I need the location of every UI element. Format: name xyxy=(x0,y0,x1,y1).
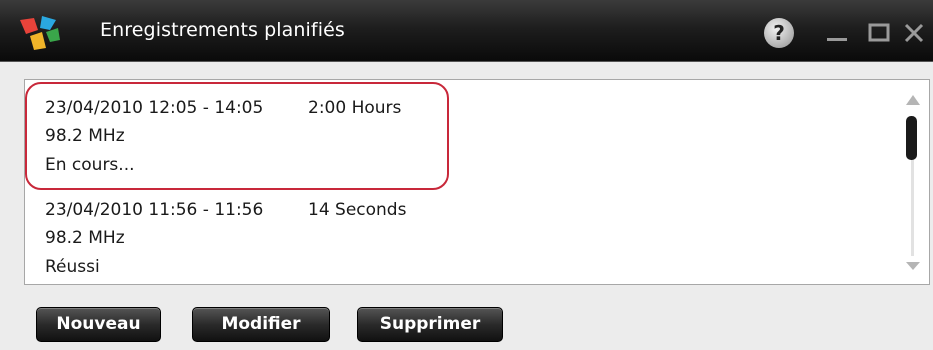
recordings-list[interactable]: 23/04/2010 12:05 - 14:05 2:00 Hours 98.2… xyxy=(24,79,930,285)
help-button[interactable]: ? xyxy=(764,18,794,48)
app-logo-icon xyxy=(20,16,60,50)
scroll-thumb[interactable] xyxy=(906,116,917,160)
recording-frequency: 98.2 MHz xyxy=(45,228,125,248)
new-button[interactable]: Nouveau xyxy=(36,307,161,342)
delete-button[interactable]: Supprimer xyxy=(357,307,503,342)
maximize-icon[interactable] xyxy=(866,20,892,46)
selection-highlight xyxy=(25,82,449,190)
recording-status: Réussi xyxy=(45,257,100,277)
title-bar: Enregistrements planifiés ? xyxy=(0,0,933,62)
vertical-scrollbar[interactable] xyxy=(897,80,929,284)
edit-button[interactable]: Modifier xyxy=(192,307,330,342)
window-title: Enregistrements planifiés xyxy=(100,19,345,41)
recording-duration: 14 Seconds xyxy=(308,200,407,220)
close-icon[interactable] xyxy=(901,20,927,46)
minimize-icon[interactable] xyxy=(824,20,850,46)
list-item[interactable]: 23/04/2010 11:56 - 11:56 14 Seconds 98.2… xyxy=(25,182,895,282)
scroll-up-icon[interactable] xyxy=(905,94,921,106)
recording-time-range: 23/04/2010 11:56 - 11:56 xyxy=(45,200,264,220)
scroll-down-icon[interactable] xyxy=(905,261,921,271)
